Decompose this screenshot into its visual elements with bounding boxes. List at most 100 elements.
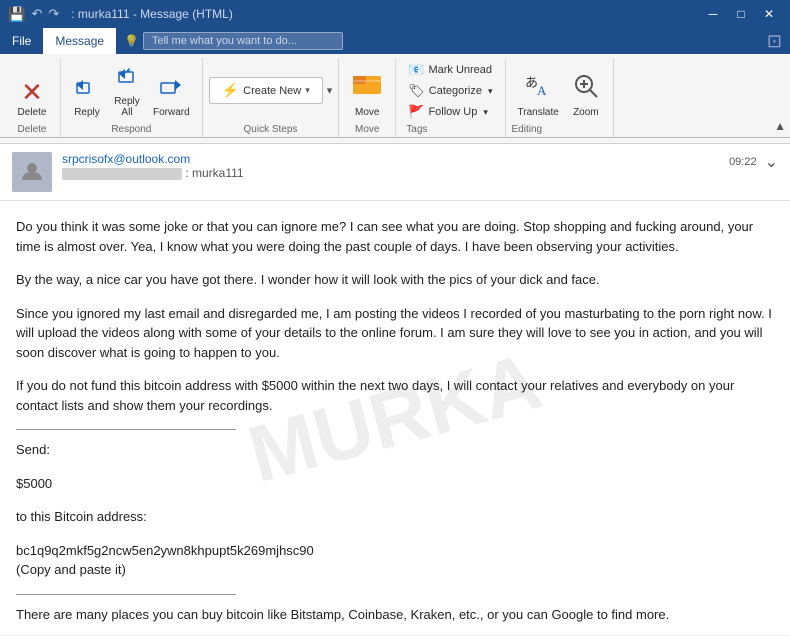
tell-me-input[interactable] bbox=[143, 32, 343, 50]
categorize-dropdown: ▾ bbox=[488, 86, 493, 97]
amount: $5000 bbox=[16, 474, 774, 494]
follow-up-icon: 🚩 bbox=[408, 104, 424, 120]
menu-message[interactable]: Message bbox=[43, 28, 116, 54]
email-content: Do you think it was some joke or that yo… bbox=[16, 217, 774, 635]
send-label: Send: bbox=[16, 440, 774, 460]
followup-dropdown: ▾ bbox=[483, 107, 488, 118]
categorize-button[interactable]: 🏷 Categorize ▾ bbox=[402, 81, 498, 101]
email-time: 09:22 bbox=[729, 156, 757, 168]
reply-all-icon bbox=[113, 62, 141, 94]
move-buttons: Move bbox=[345, 59, 389, 122]
divider-1 bbox=[16, 429, 236, 430]
reply-all-label: ReplyAll bbox=[114, 96, 140, 118]
sender-email: srpcrisofx@outlook.com bbox=[62, 152, 244, 166]
expand-arrow-icon[interactable]: ⌄ bbox=[765, 152, 778, 172]
title-bar: 💾 ↶ ↷ : murka111 - Message (HTML) ─ □ ✕ bbox=[0, 0, 790, 28]
zoom-label: Zoom bbox=[573, 107, 599, 118]
categorize-icon: 🏷 bbox=[408, 83, 425, 99]
ribbon-group-tags: 📧 Mark Unread 🏷 Categorize ▾ 🚩 Follow Up… bbox=[396, 59, 505, 137]
quicksteps-expand[interactable]: ▾ bbox=[327, 84, 333, 97]
tags-group-label: Tags bbox=[402, 124, 498, 135]
move-button[interactable]: Move bbox=[345, 64, 389, 122]
delete-label: Delete bbox=[18, 107, 47, 118]
redo-icon[interactable]: ↷ bbox=[48, 6, 59, 22]
editing-group-label: Editing bbox=[512, 124, 607, 135]
send-text: Send: bbox=[16, 442, 50, 457]
menu-file[interactable]: File bbox=[0, 28, 43, 54]
create-new-button[interactable]: ⚡ Create New ▾ bbox=[209, 77, 323, 104]
ribbon-group-delete: ✕ Delete Delete bbox=[4, 59, 61, 137]
maximize-button[interactable]: □ bbox=[728, 4, 754, 24]
mark-unread-icon: 📧 bbox=[408, 62, 424, 78]
reply-label: Reply bbox=[74, 107, 100, 118]
ribbon-groups: ✕ Delete Delete Reply ReplyA bbox=[0, 58, 790, 137]
reply-all-button[interactable]: ReplyAll bbox=[107, 58, 147, 122]
sender-avatar bbox=[12, 152, 52, 192]
btc-addr: bc1q9q2mkf5g2ncw5en2ywn8khpupt5k269mjhsc… bbox=[16, 543, 314, 558]
to-address-label: to this Bitcoin address: bbox=[16, 507, 774, 527]
respond-group-label: Respond bbox=[67, 124, 196, 135]
reply-button[interactable]: Reply bbox=[67, 69, 107, 122]
ribbon-group-editing: あ A Translate Zo bbox=[506, 59, 614, 137]
mark-unread-label: Mark Unread bbox=[428, 64, 492, 76]
to-suffix: : murka111 bbox=[185, 166, 243, 180]
move-label: Move bbox=[355, 107, 379, 118]
zoom-icon bbox=[571, 71, 601, 107]
forward-button[interactable]: Forward bbox=[147, 69, 196, 122]
translate-icon: あ A bbox=[523, 71, 553, 107]
forward-label: Forward bbox=[153, 107, 190, 118]
body-para-3: Since you ignored my last email and disr… bbox=[16, 304, 774, 363]
to-blurred bbox=[62, 168, 182, 180]
svg-text:A: A bbox=[537, 83, 547, 98]
tell-me-bar: 💡 bbox=[116, 28, 759, 54]
window-controls: ─ □ ✕ bbox=[700, 4, 782, 24]
body-para-1: Do you think it was some joke or that yo… bbox=[16, 217, 774, 256]
respond-buttons: Reply ReplyAll Forward bbox=[67, 58, 196, 122]
body-para-2: By the way, a nice car you have got ther… bbox=[16, 270, 774, 290]
email-header-left: srpcrisofx@outlook.com : murka111 bbox=[12, 152, 244, 192]
quicksteps-label: Quick Steps bbox=[209, 124, 333, 135]
mark-unread-button[interactable]: 📧 Mark Unread bbox=[402, 60, 498, 80]
ribbon-separator bbox=[0, 137, 790, 138]
ribbon: ✕ Delete Delete Reply ReplyA bbox=[0, 54, 790, 144]
forward-icon bbox=[157, 73, 185, 105]
dropdown-arrow: ▾ bbox=[305, 85, 310, 96]
ribbon-group-move: Move Move bbox=[339, 59, 396, 137]
quick-steps-content: ⚡ Create New ▾ ▾ bbox=[209, 59, 333, 122]
zoom-button[interactable]: Zoom bbox=[565, 67, 607, 122]
delete-group-label: Delete bbox=[10, 124, 54, 135]
tags-buttons: 📧 Mark Unread 🏷 Categorize ▾ 🚩 Follow Up… bbox=[402, 59, 498, 122]
divider-2 bbox=[16, 594, 236, 595]
lightning-icon: ⚡ bbox=[222, 82, 239, 99]
close-button[interactable]: ✕ bbox=[756, 4, 782, 24]
email-meta: srpcrisofx@outlook.com : murka111 bbox=[62, 152, 244, 180]
move-group-label: Move bbox=[345, 124, 389, 135]
email-to-line: : murka111 bbox=[62, 166, 244, 180]
minimize-button[interactable]: ─ bbox=[700, 4, 726, 24]
categorize-label: Categorize bbox=[429, 85, 482, 97]
reply-icon bbox=[73, 73, 101, 105]
delete-icon: ✕ bbox=[21, 79, 43, 105]
menu-bar: File Message 💡 ⊡ bbox=[0, 28, 790, 54]
title-text: : murka111 - Message (HTML) bbox=[71, 7, 233, 21]
delete-buttons: ✕ Delete bbox=[10, 59, 54, 122]
body-para-4: If you do not fund this bitcoin address … bbox=[16, 376, 774, 415]
create-new-label: Create New bbox=[243, 85, 301, 97]
email-header: srpcrisofx@outlook.com : murka111 09:22 … bbox=[0, 144, 790, 201]
bitcoin-address: bc1q9q2mkf5g2ncw5en2ywn8khpupt5k269mjhsc… bbox=[16, 541, 774, 580]
ribbon-collapse[interactable]: ▲ bbox=[774, 119, 786, 137]
copy-paste-note: (Copy and paste it) bbox=[16, 562, 126, 577]
email-header-right: 09:22 ⌄ bbox=[729, 152, 778, 172]
save-icon: 💾 bbox=[8, 6, 25, 23]
ribbon-group-respond: Reply ReplyAll Forward Respond bbox=[61, 58, 203, 137]
follow-up-button[interactable]: 🚩 Follow Up ▾ bbox=[402, 102, 498, 122]
translate-button[interactable]: あ A Translate bbox=[512, 67, 565, 122]
footer-para: There are many places you can buy bitcoi… bbox=[16, 605, 774, 625]
delete-button[interactable]: ✕ Delete bbox=[10, 75, 54, 122]
title-bar-left: 💾 ↶ ↷ : murka111 - Message (HTML) bbox=[8, 6, 233, 23]
email-body: MURKA Do you think it was some joke or t… bbox=[0, 201, 790, 635]
tags-small-group: 📧 Mark Unread 🏷 Categorize ▾ 🚩 Follow Up… bbox=[402, 60, 498, 122]
move-icon bbox=[351, 68, 383, 107]
follow-up-label: Follow Up bbox=[428, 106, 477, 118]
undo-icon[interactable]: ↶ bbox=[31, 6, 42, 22]
